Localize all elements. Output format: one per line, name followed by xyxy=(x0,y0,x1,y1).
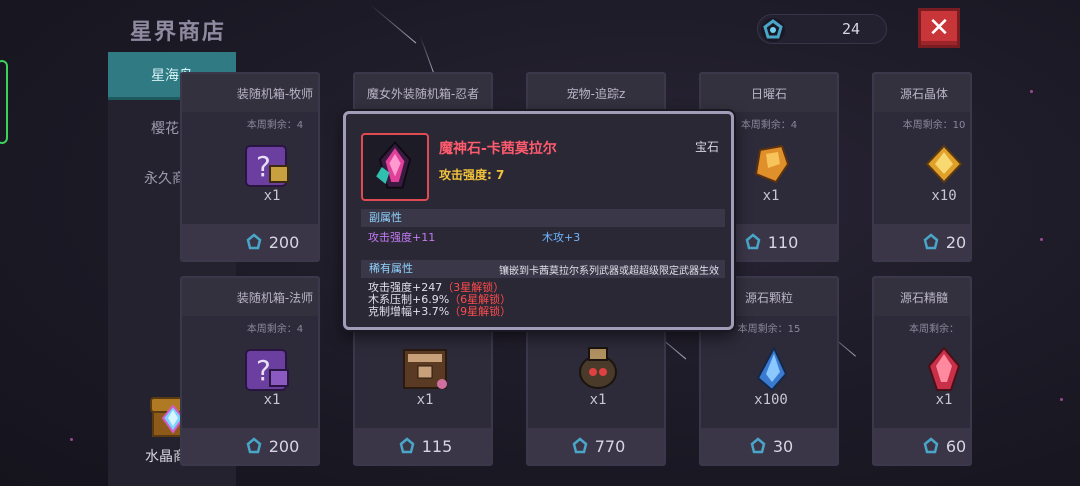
blue-gem-icon xyxy=(246,437,262,454)
card-title: 魔女外装随机箱-忍者 xyxy=(355,74,491,112)
shop-item-card[interactable]: 源石精髓 本周剩余： x1 60 xyxy=(872,276,972,466)
card-title: 装随机箱-法师 xyxy=(182,278,318,316)
blue-gem-icon xyxy=(923,437,939,454)
sub-attribute: 木攻+3 xyxy=(542,231,581,244)
mystery-box-icon: ? xyxy=(245,349,289,391)
svg-text:?: ? xyxy=(256,150,271,183)
rare-header-label: 稀有属性 xyxy=(369,262,413,275)
svg-text:?: ? xyxy=(256,354,271,387)
card-quantity: x1 xyxy=(263,392,281,408)
sub-attribute: 攻击强度+11 xyxy=(368,231,436,244)
background-star xyxy=(1040,238,1043,241)
background-star xyxy=(70,438,73,441)
card-price-button[interactable]: 30 xyxy=(701,428,837,464)
mystery-box-icon: ? xyxy=(245,145,289,187)
blue-gem-icon xyxy=(572,437,588,454)
side-panel-handle[interactable] xyxy=(0,60,8,144)
blue-gem-icon xyxy=(399,437,415,454)
card-title: 源石精髓 xyxy=(874,278,970,316)
card-title: 装随机箱-牧师 xyxy=(182,74,318,112)
card-price-button[interactable]: 770 xyxy=(528,428,664,464)
red-crystal-icon xyxy=(927,346,961,391)
card-price: 115 xyxy=(421,436,453,456)
blue-gem-icon xyxy=(246,233,262,250)
shop-item-card[interactable]: 装随机箱-牧师 本周剩余：4 ? x1 200 xyxy=(180,72,320,262)
card-price: 200 xyxy=(268,436,300,456)
blue-gem-icon xyxy=(750,437,766,454)
card-remaining: 本周剩余：4 xyxy=(246,120,304,131)
card-price-button[interactable]: 115 xyxy=(355,428,491,464)
shop-title: 星界商店 xyxy=(130,20,227,45)
pet-egg-icon xyxy=(579,347,617,389)
card-price-button[interactable]: 200 xyxy=(182,224,318,260)
item-icon-frame xyxy=(361,133,429,201)
card-remaining: 本周剩余：10 xyxy=(902,120,966,131)
card-quantity: x10 xyxy=(931,188,957,204)
card-quantity: x1 xyxy=(263,188,281,204)
background-streak xyxy=(419,35,435,74)
rare-attribute: 克制增幅+3.7%（9星解锁） xyxy=(368,303,511,319)
item-tooltip: 魔神石-卡茜莫拉尔 宝石 攻击强度: 7 副属性 攻击强度+11 木攻+3 稀有… xyxy=(343,111,734,330)
card-price: 30 xyxy=(772,436,794,456)
card-price-button[interactable]: 200 xyxy=(182,428,318,464)
card-remaining: 本周剩余：4 xyxy=(246,324,304,335)
sub-attributes-header: 副属性 xyxy=(361,209,725,227)
card-title: 日曜石 xyxy=(701,74,837,112)
card-price-button[interactable]: 20 xyxy=(874,224,970,260)
rare-attribute-note: 镶嵌到卡茜莫拉尔系列武器或超超级限定武器生效 xyxy=(499,266,719,277)
currency-value: 24 xyxy=(841,20,860,38)
close-button[interactable]: ✕ xyxy=(918,8,960,48)
currency-display: 24 xyxy=(757,14,887,44)
item-type: 宝石 xyxy=(694,140,719,154)
card-quantity: x1 xyxy=(935,392,953,408)
card-quantity: x1 xyxy=(416,392,434,408)
blue-gem-icon xyxy=(761,18,785,42)
treasure-chest-icon xyxy=(403,349,447,389)
orange-stone-icon xyxy=(754,144,790,184)
card-price: 770 xyxy=(594,436,626,456)
rare-attribute-text: 克制增幅+3.7% xyxy=(368,305,450,318)
background-star xyxy=(1060,398,1063,401)
item-name: 魔神石-卡茜莫拉尔 xyxy=(439,141,557,157)
card-price: 200 xyxy=(268,232,300,252)
gold-crystal-icon xyxy=(925,144,963,184)
blue-gem-icon xyxy=(923,233,939,250)
card-quantity: x100 xyxy=(754,392,788,408)
shop-item-card[interactable]: 装随机箱-法师 本周剩余：4 ? x1 200 xyxy=(180,276,320,466)
card-price: 20 xyxy=(945,232,967,252)
card-price: 110 xyxy=(767,232,799,252)
background-streak xyxy=(369,4,417,44)
item-base-stat: 攻击强度: 7 xyxy=(439,168,505,182)
card-remaining: 本周剩余： xyxy=(909,324,959,335)
demon-gem-icon xyxy=(376,141,412,189)
card-title: 宠物-追踪z xyxy=(528,74,664,112)
rare-attribute-unlock: （9星解锁） xyxy=(449,305,512,318)
card-price-button[interactable]: 60 xyxy=(874,428,970,464)
blue-gem-icon xyxy=(745,233,761,250)
blue-shard-icon xyxy=(756,345,788,392)
shop-item-card[interactable]: 源石晶体 本周剩余：10 x10 20 xyxy=(872,72,972,262)
card-quantity: x1 xyxy=(589,392,607,408)
close-icon: ✕ xyxy=(928,13,950,43)
background-star xyxy=(1030,90,1033,93)
card-title: 源石晶体 xyxy=(874,74,970,112)
card-price: 60 xyxy=(945,436,967,456)
